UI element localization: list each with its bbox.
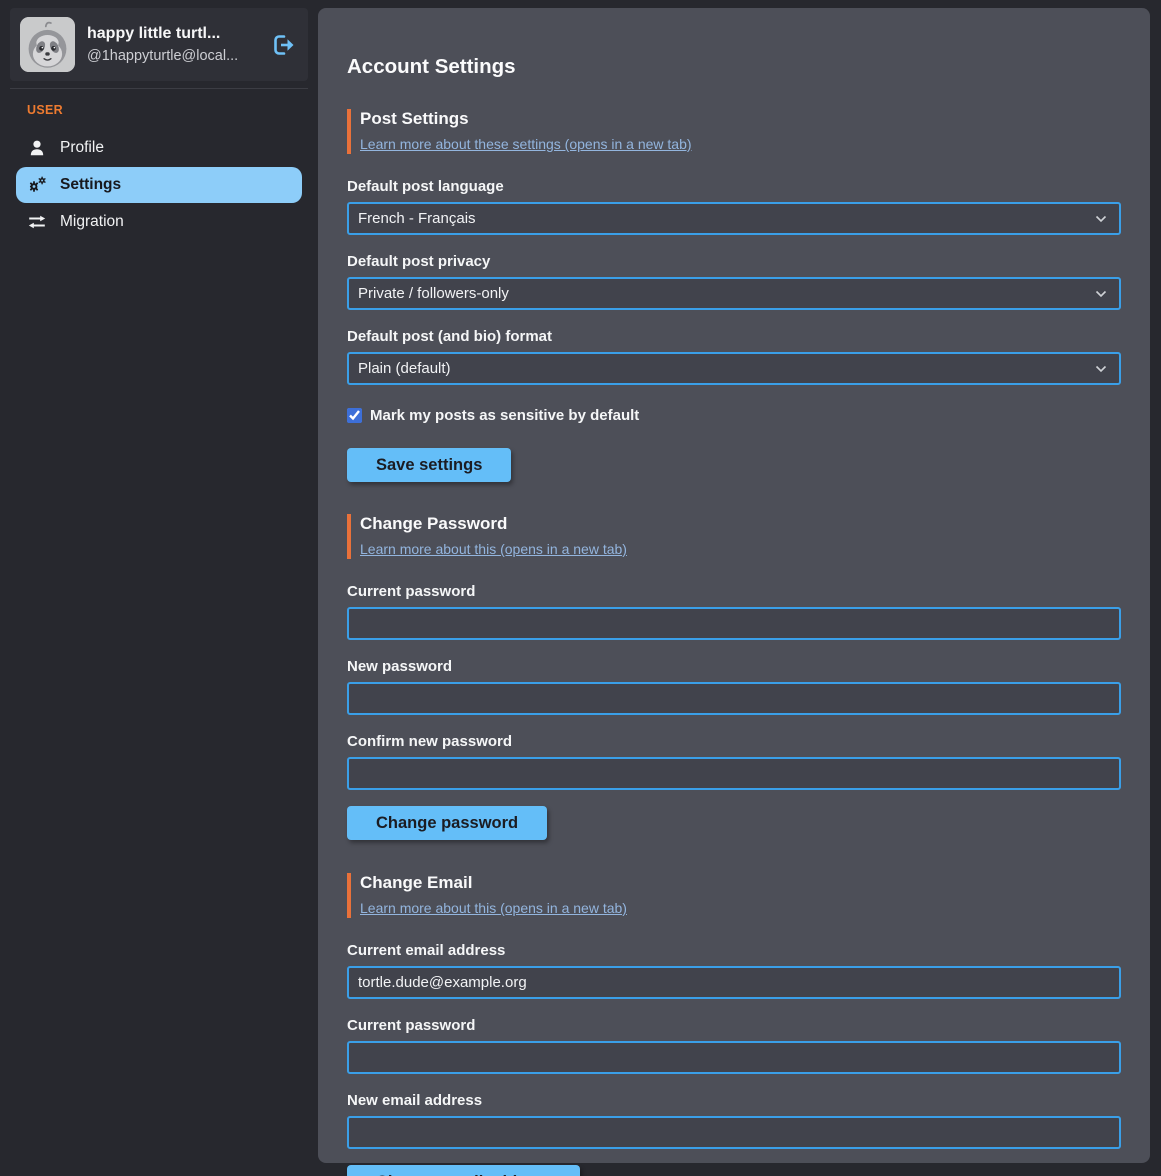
new-password-input[interactable]	[347, 682, 1121, 715]
avatar	[20, 17, 75, 72]
change-password-learn-more-link[interactable]: Learn more about this (opens in a new ta…	[360, 541, 627, 557]
user-icon	[27, 140, 47, 156]
app-root: happy little turtl... @1happyturtle@loca…	[0, 0, 1161, 1176]
current-password-input[interactable]	[347, 607, 1121, 640]
current-email-group: Current email address	[347, 942, 1121, 999]
default-post-privacy-label: Default post privacy	[347, 253, 1121, 270]
sidebar-item-migration[interactable]: Migration	[16, 205, 302, 239]
selected-format-value: Plain (default)	[358, 360, 451, 377]
new-password-label: New password	[347, 658, 1121, 675]
new-password-group: New password	[347, 658, 1121, 715]
sensitive-default-checkbox[interactable]	[347, 408, 362, 423]
post-settings-section-header: Post Settings Learn more about these set…	[347, 109, 1121, 154]
default-post-format-select[interactable]: Plain (default)	[347, 352, 1121, 385]
change-email-learn-more-link[interactable]: Learn more about this (opens in a new ta…	[360, 900, 627, 916]
gears-icon	[27, 176, 47, 194]
logout-icon	[272, 34, 296, 56]
sidebar-divider	[10, 88, 308, 89]
exchange-arrows-icon	[27, 215, 47, 229]
user-display-name: happy little turtl...	[87, 25, 258, 43]
new-email-input[interactable]	[347, 1116, 1121, 1149]
confirm-new-password-input[interactable]	[347, 757, 1121, 790]
default-post-privacy-select[interactable]: Private / followers-only	[347, 277, 1121, 310]
page-title: Account Settings	[347, 55, 1121, 79]
user-handle: @1happyturtle@local...	[87, 48, 258, 64]
sloth-avatar-image	[20, 17, 75, 72]
change-password-section-header: Change Password Learn more about this (o…	[347, 514, 1121, 559]
current-password-group: Current password	[347, 583, 1121, 640]
confirm-new-password-group: Confirm new password	[347, 733, 1121, 790]
sidebar-nav: Profile	[10, 131, 308, 239]
default-post-language-label: Default post language	[347, 178, 1121, 195]
default-post-format-group: Default post (and bio) format Plain (def…	[347, 328, 1121, 385]
chevron-down-icon	[1095, 290, 1107, 298]
email-current-password-group: Current password	[347, 1017, 1121, 1074]
sidebar-item-label: Profile	[60, 139, 104, 157]
post-settings-heading: Post Settings	[360, 109, 1121, 129]
sidebar: happy little turtl... @1happyturtle@loca…	[0, 0, 318, 1176]
sidebar-item-label: Settings	[60, 176, 121, 194]
logout-button[interactable]	[270, 32, 298, 58]
selected-language-value: French - Français	[358, 210, 476, 227]
default-post-language-select[interactable]: French - Français	[347, 202, 1121, 235]
email-current-password-label: Current password	[347, 1017, 1121, 1034]
new-email-label: New email address	[347, 1092, 1121, 1109]
default-post-format-label: Default post (and bio) format	[347, 328, 1121, 345]
sensitive-default-label[interactable]: Mark my posts as sensitive by default	[370, 407, 639, 424]
sensitive-default-row: Mark my posts as sensitive by default	[347, 407, 1121, 424]
email-current-password-input[interactable]	[347, 1041, 1121, 1074]
change-password-button[interactable]: Change password	[347, 806, 547, 840]
change-email-section-header: Change Email Learn more about this (open…	[347, 873, 1121, 918]
user-card: happy little turtl... @1happyturtle@loca…	[10, 8, 308, 81]
current-password-label: Current password	[347, 583, 1121, 600]
save-settings-button[interactable]: Save settings	[347, 448, 511, 482]
sidebar-item-label: Migration	[60, 213, 124, 231]
selected-privacy-value: Private / followers-only	[358, 285, 509, 302]
default-post-language-group: Default post language French - Français	[347, 178, 1121, 235]
sidebar-item-settings[interactable]: Settings	[16, 167, 302, 203]
change-password-heading: Change Password	[360, 514, 1121, 534]
default-post-privacy-group: Default post privacy Private / followers…	[347, 253, 1121, 310]
sidebar-section-label: USER	[27, 103, 308, 117]
confirm-new-password-label: Confirm new password	[347, 733, 1121, 750]
user-meta: happy little turtl... @1happyturtle@loca…	[87, 25, 258, 64]
post-settings-learn-more-link[interactable]: Learn more about these settings (opens i…	[360, 136, 692, 152]
account-settings-panel: Account Settings Post Settings Learn mor…	[318, 8, 1150, 1163]
current-email-label: Current email address	[347, 942, 1121, 959]
chevron-down-icon	[1095, 365, 1107, 373]
new-email-group: New email address	[347, 1092, 1121, 1149]
change-email-button[interactable]: Change email address	[347, 1165, 580, 1176]
chevron-down-icon	[1095, 215, 1107, 223]
current-email-input[interactable]	[347, 966, 1121, 999]
sidebar-item-profile[interactable]: Profile	[16, 131, 302, 165]
change-email-heading: Change Email	[360, 873, 1121, 893]
